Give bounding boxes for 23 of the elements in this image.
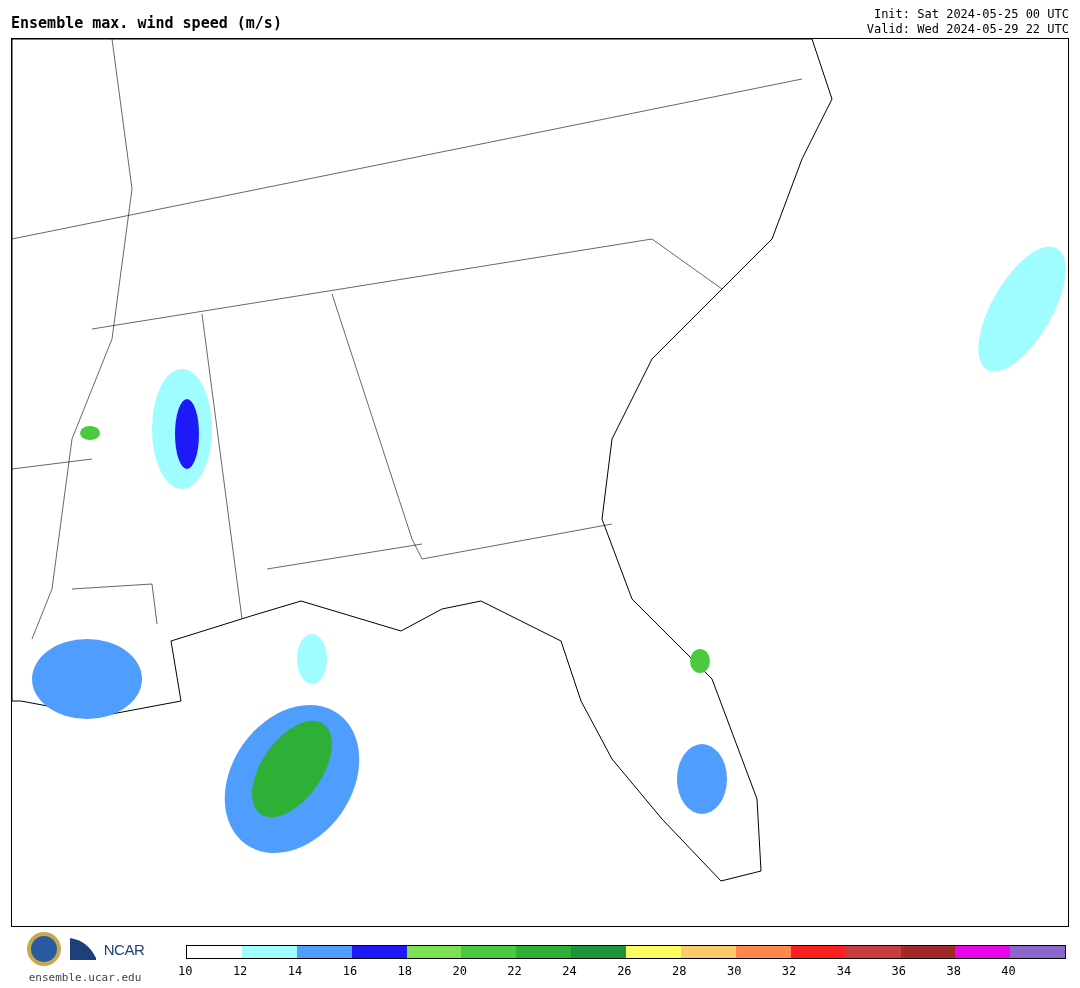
init-time: Init: Sat 2024-05-25 00 UTC bbox=[873, 7, 1069, 22]
scale-label: 16 bbox=[342, 964, 358, 978]
scale-label: 40 bbox=[1001, 964, 1016, 978]
scale-label: 32 bbox=[781, 964, 797, 978]
scale-label: 24 bbox=[562, 964, 577, 978]
globe-logo-icon bbox=[25, 931, 62, 967]
scale-label: 28 bbox=[672, 964, 687, 978]
scale-label: 10 bbox=[178, 964, 193, 978]
scale-label: 20 bbox=[452, 964, 467, 978]
scale-label: 30 bbox=[726, 964, 742, 978]
scale-label: 18 bbox=[397, 964, 412, 978]
site-url: ensemble.ucar.edu bbox=[28, 971, 142, 984]
logo-text: NCAR bbox=[103, 940, 145, 958]
scale-label: 26 bbox=[617, 964, 632, 978]
scale-label: 22 bbox=[507, 964, 522, 978]
scale-label: 38 bbox=[946, 964, 961, 978]
swoosh-logo-icon bbox=[69, 938, 96, 960]
chart-title: Ensemble max. wind speed (m/s) bbox=[11, 14, 282, 32]
scale-label: 12 bbox=[232, 964, 248, 978]
scale-label: 34 bbox=[836, 964, 852, 978]
valid-time: Valid: Wed 2024-05-29 22 UTC bbox=[866, 22, 1069, 37]
scale-label: 36 bbox=[891, 964, 907, 978]
scale-label: 14 bbox=[287, 964, 303, 978]
